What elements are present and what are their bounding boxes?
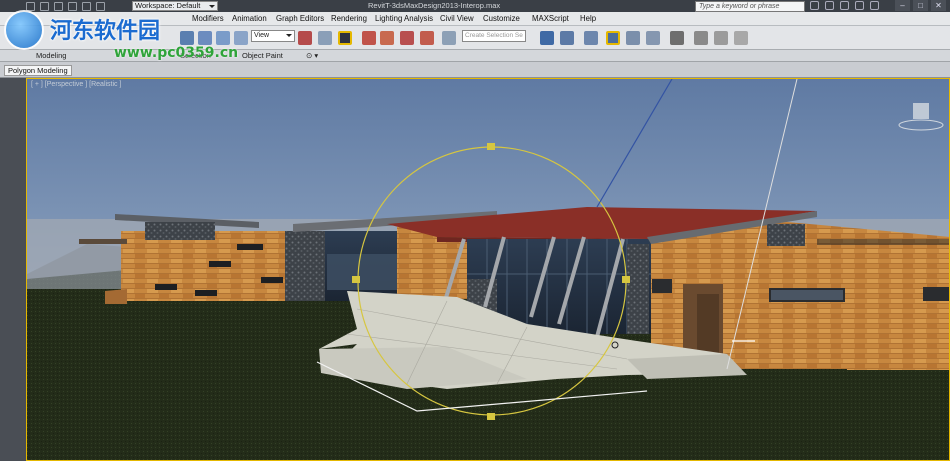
new-file-icon[interactable] — [26, 1, 35, 11]
schematic-view-icon[interactable] — [646, 31, 660, 45]
pivot-center-icon[interactable] — [298, 31, 312, 45]
maximize-button[interactable]: □ — [913, 0, 928, 11]
angle-snap-icon[interactable] — [380, 31, 394, 45]
help-icon[interactable] — [870, 1, 879, 10]
menu-maxscript[interactable]: MAXScript — [532, 14, 569, 23]
graphite-modeling-tools-icon[interactable] — [606, 31, 620, 45]
menu-animation[interactable]: Animation — [232, 14, 267, 23]
menu-rendering[interactable]: Rendering — [331, 14, 367, 23]
quick-access-toolbar — [26, 0, 105, 12]
align-icon[interactable] — [560, 31, 574, 45]
left-sidebar — [0, 78, 26, 461]
curve-editor-icon[interactable] — [626, 31, 640, 45]
infocenter-icons — [810, 1, 879, 10]
ribbon-options-icon[interactable]: ⊙ ▾ — [306, 51, 318, 60]
watermark-text: 河东软件园 — [50, 19, 161, 44]
title-bar: Workspace: Default RevitT-3dsMaxDesign20… — [0, 0, 950, 12]
mirror-icon[interactable] — [540, 31, 554, 45]
communication-center-icon[interactable] — [840, 1, 849, 10]
reference-coordinate-dropdown[interactable]: View — [251, 30, 295, 42]
percent-snap-icon[interactable] — [400, 31, 414, 45]
select-scale-icon[interactable] — [234, 31, 248, 45]
close-button[interactable]: ✕ — [931, 0, 946, 11]
menu-lighting-analysis[interactable]: Lighting Analysis — [375, 14, 433, 23]
material-editor-icon[interactable] — [670, 31, 684, 45]
undo-icon[interactable] — [68, 1, 77, 11]
rendered-frame-window-icon[interactable] — [714, 31, 728, 45]
spinner-snap-icon[interactable] — [420, 31, 434, 45]
window-controls: – □ ✕ — [895, 0, 946, 11]
menu-graph-editors[interactable]: Graph Editors — [276, 14, 324, 23]
ribbon-panel: Polygon Modeling — [0, 62, 950, 78]
viewcube-icon — [913, 103, 929, 119]
snaps-toggle-icon[interactable] — [362, 31, 376, 45]
workspace-dropdown[interactable]: Workspace: Default — [132, 1, 218, 11]
select-object-icon[interactable] — [180, 31, 194, 45]
binoculars-icon[interactable] — [810, 1, 819, 10]
watermark-logo-icon — [4, 10, 44, 50]
select-manipulate-icon[interactable] — [318, 31, 332, 45]
select-rotate-icon[interactable] — [216, 31, 230, 45]
search-input[interactable]: Type a keyword or phrase — [695, 1, 805, 12]
select-move-icon[interactable] — [198, 31, 212, 45]
render-setup-icon[interactable] — [694, 31, 708, 45]
viewport-label[interactable]: [ + ] [Perspective ] [Realistic ] — [31, 81, 121, 88]
layer-manager-icon[interactable] — [584, 31, 598, 45]
render-production-icon[interactable] — [734, 31, 748, 45]
scene-render — [27, 79, 949, 460]
subscription-icon[interactable] — [825, 1, 834, 10]
menu-customize[interactable]: Customize — [483, 14, 520, 23]
menu-modifiers[interactable]: Modifiers — [192, 14, 224, 23]
keyboard-shortcut-override-icon[interactable] — [338, 31, 352, 45]
minimize-button[interactable]: – — [895, 0, 910, 11]
named-selection-set-input[interactable]: Create Selection Se — [462, 30, 526, 42]
menu-help[interactable]: Help — [580, 14, 596, 23]
tab-object-paint[interactable]: Object Paint — [242, 51, 283, 60]
tab-modeling[interactable]: Modeling — [36, 51, 66, 60]
project-folder-icon[interactable] — [96, 1, 105, 11]
menu-civil-view[interactable]: Civil View — [440, 14, 474, 23]
perspective-viewport[interactable]: [ + ] [Perspective ] [Realistic ] — [26, 78, 950, 461]
open-file-icon[interactable] — [40, 1, 49, 11]
favorites-star-icon[interactable] — [855, 1, 864, 10]
redo-icon[interactable] — [82, 1, 91, 11]
document-title: RevitT-3dsMaxDesign2013-Interop.max — [368, 1, 501, 10]
watermark-url: www.pc0359.cn — [114, 45, 239, 61]
edit-named-selection-icon[interactable] — [442, 31, 456, 45]
polygon-modeling-panel[interactable]: Polygon Modeling — [4, 65, 72, 76]
save-icon[interactable] — [54, 1, 63, 11]
